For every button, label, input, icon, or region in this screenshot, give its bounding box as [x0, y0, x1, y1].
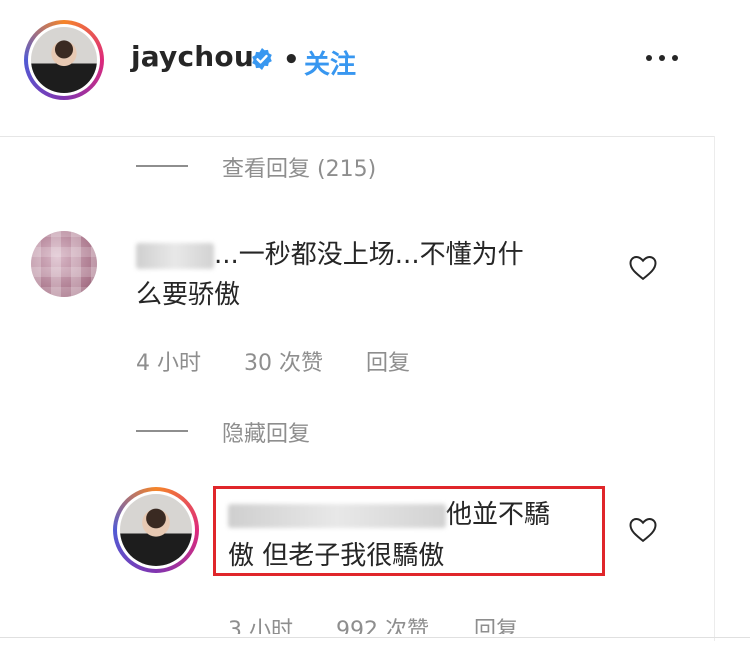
reply-avatar[interactable]	[113, 487, 199, 573]
panel-right-border	[714, 136, 715, 641]
reply-likes[interactable]: 992 次赞	[336, 612, 429, 634]
more-dot-2	[659, 55, 665, 61]
view-replies-button[interactable]: 查看回复 (215)	[222, 151, 376, 183]
verified-badge-icon	[252, 48, 272, 70]
comment-text-line1: ...一秒都没上场...不懂为什	[214, 240, 524, 270]
comment-likes[interactable]: 30 次赞	[244, 345, 323, 377]
more-options-icon[interactable]	[640, 45, 684, 69]
avatar-inner	[28, 24, 100, 96]
reply-button[interactable]: 回复	[366, 345, 410, 377]
profile-avatar[interactable]	[24, 20, 104, 100]
separator-dot: •	[283, 45, 300, 75]
like-heart-icon[interactable]	[628, 253, 658, 281]
bottom-divider	[0, 637, 750, 638]
username[interactable]: jaychou	[131, 40, 254, 73]
blurred-username	[136, 242, 214, 269]
reply-reply-button[interactable]: 回复	[474, 612, 518, 634]
commenter-avatar[interactable]	[31, 231, 97, 297]
reply-time: 3 小时	[228, 618, 293, 634]
header-divider	[0, 136, 715, 137]
comment-time: 4 小时	[136, 351, 201, 376]
follow-button[interactable]: 关注	[304, 44, 356, 81]
more-dot-3	[672, 55, 678, 61]
view-replies-line	[136, 165, 188, 167]
more-dot-1	[646, 55, 652, 61]
reply-avatar-photo	[120, 494, 192, 566]
hide-replies-button[interactable]: 隐藏回复	[222, 416, 310, 448]
comment-text: ...一秒都没上场...不懂为什	[136, 235, 524, 275]
reply-avatar-inner	[117, 491, 195, 569]
highlight-box	[213, 486, 605, 576]
comment-text-line2: 么要骄傲	[136, 280, 241, 310]
avatar-photo	[31, 27, 97, 93]
like-heart-icon[interactable]	[628, 515, 658, 543]
hide-replies-line	[136, 430, 188, 432]
